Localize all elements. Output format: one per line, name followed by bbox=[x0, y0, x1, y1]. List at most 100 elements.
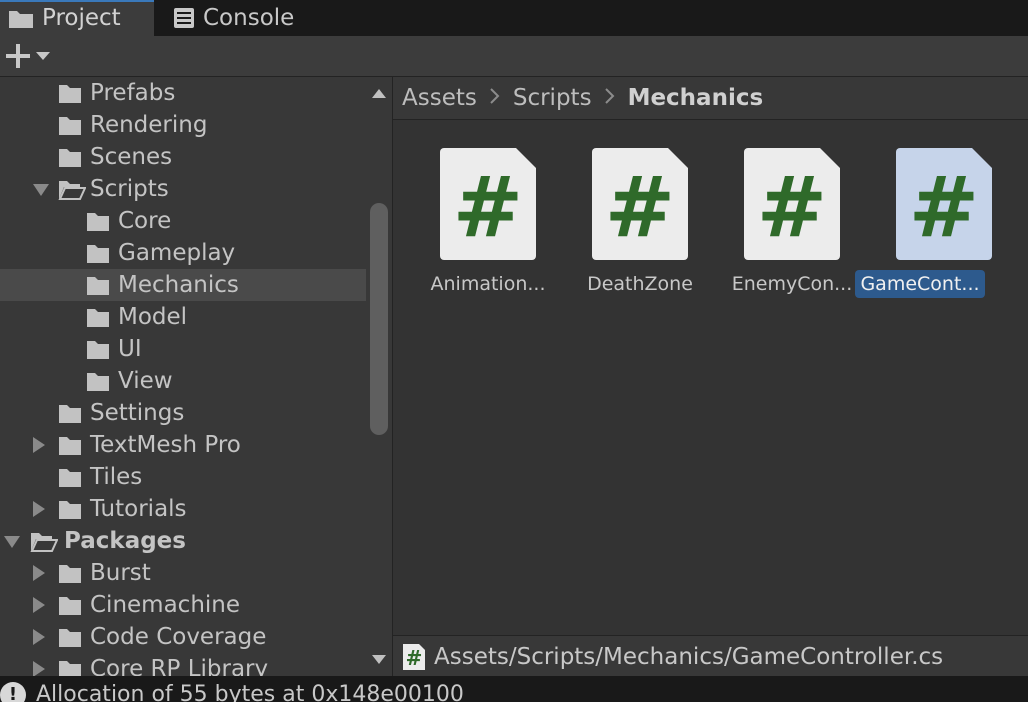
create-asset-button[interactable] bbox=[6, 41, 60, 71]
tree-item-label: Core bbox=[118, 208, 172, 234]
folder-icon bbox=[86, 306, 110, 328]
folder-icon bbox=[58, 594, 82, 616]
asset-name: Animation... bbox=[430, 273, 546, 295]
tree-item-mechanics[interactable]: Mechanics bbox=[0, 269, 366, 301]
tab-project[interactable]: Project bbox=[0, 0, 154, 36]
tree-item-label: Tiles bbox=[90, 464, 143, 490]
breadcrumb-assets[interactable]: Assets bbox=[402, 85, 477, 111]
tree-item-packages[interactable]: Packages bbox=[0, 525, 366, 557]
asset-name: GameCont... bbox=[855, 270, 985, 298]
selected-asset-path-bar: # Assets/Scripts/Mechanics/GameControlle… bbox=[393, 635, 1028, 677]
tree-item-scripts[interactable]: Scripts bbox=[0, 173, 366, 205]
asset-item-deathzone[interactable]: # DeathZone bbox=[562, 147, 702, 297]
status-message: Allocation of 55 bytes at 0x148e00100 bbox=[36, 682, 464, 702]
folder-icon bbox=[58, 498, 82, 520]
tree-item-label: Gameplay bbox=[118, 240, 236, 266]
tree-item-label: Mechanics bbox=[118, 272, 239, 298]
expand-arrow-right-icon[interactable] bbox=[33, 437, 45, 453]
tab-console[interactable]: Console bbox=[173, 0, 294, 36]
csharp-script-icon: # bbox=[896, 148, 992, 260]
csharp-script-icon: # bbox=[744, 148, 840, 260]
tree-item-tiles[interactable]: Tiles bbox=[0, 461, 366, 493]
svg-text:#: # bbox=[909, 158, 979, 256]
tree-item-label: Settings bbox=[90, 400, 185, 426]
tree-item-cinemachine[interactable]: Cinemachine bbox=[0, 589, 366, 621]
expand-arrow-down-icon[interactable] bbox=[4, 536, 20, 548]
tab-console-label: Console bbox=[203, 5, 295, 31]
folder-icon bbox=[58, 82, 82, 104]
tree-item-label: Core RP Library bbox=[90, 656, 269, 676]
status-bar[interactable]: ! Allocation of 55 bytes at 0x148e00100 bbox=[0, 676, 1028, 702]
svg-text:#: # bbox=[605, 158, 675, 256]
tree-item-label: Cinemachine bbox=[90, 592, 241, 618]
tree-item-label: Code Coverage bbox=[90, 624, 267, 650]
tree-item-settings[interactable]: Settings bbox=[0, 397, 366, 429]
tree-item-burst[interactable]: Burst bbox=[0, 557, 366, 589]
scroll-up-arrow-icon[interactable] bbox=[372, 89, 386, 98]
folder-icon bbox=[86, 274, 110, 296]
expand-arrow-right-icon[interactable] bbox=[33, 501, 45, 517]
folder-icon bbox=[86, 370, 110, 392]
folder-icon bbox=[58, 562, 82, 584]
selected-asset-path: Assets/Scripts/Mechanics/GameController.… bbox=[434, 643, 944, 670]
breadcrumb-separator-icon bbox=[489, 86, 501, 110]
folder-icon bbox=[58, 402, 82, 424]
tree-item-core-rp-library[interactable]: Core RP Library bbox=[0, 653, 366, 676]
svg-text:#: # bbox=[406, 646, 423, 670]
breadcrumb-scripts[interactable]: Scripts bbox=[513, 85, 592, 111]
tree-item-label: Prefabs bbox=[90, 80, 176, 106]
console-icon bbox=[173, 7, 195, 29]
tree-item-label: Scenes bbox=[90, 144, 173, 170]
tree-item-core[interactable]: Core bbox=[0, 205, 366, 237]
expand-arrow-right-icon[interactable] bbox=[33, 629, 45, 645]
asset-name: EnemyCon... bbox=[731, 273, 853, 295]
tree-item-prefabs[interactable]: Prefabs bbox=[0, 77, 366, 109]
breadcrumb-mechanics[interactable]: Mechanics bbox=[628, 85, 764, 111]
folder-icon bbox=[58, 466, 82, 488]
folder-icon bbox=[58, 146, 82, 168]
folder-icon bbox=[86, 338, 110, 360]
tree-item-tutorials[interactable]: Tutorials bbox=[0, 493, 366, 525]
folder-open-icon bbox=[58, 178, 87, 200]
tree-item-label: Burst bbox=[90, 560, 151, 586]
breadcrumb: Assets Scripts Mechanics bbox=[393, 77, 1028, 120]
tree-item-scenes[interactable]: Scenes bbox=[0, 141, 366, 173]
tree-item-code-coverage[interactable]: Code Coverage bbox=[0, 621, 366, 653]
svg-text:#: # bbox=[453, 158, 523, 256]
tab-project-label: Project bbox=[42, 5, 121, 31]
folder-icon bbox=[58, 658, 82, 676]
scrollbar-thumb[interactable] bbox=[370, 203, 388, 435]
scroll-down-arrow-icon[interactable] bbox=[372, 655, 386, 664]
csharp-script-icon: # bbox=[402, 643, 426, 671]
tree-item-ui[interactable]: UI bbox=[0, 333, 366, 365]
folder-open-icon bbox=[30, 530, 59, 552]
folder-icon bbox=[58, 114, 82, 136]
tree-item-label: View bbox=[118, 368, 173, 394]
tree-item-rendering[interactable]: Rendering bbox=[0, 109, 366, 141]
expand-arrow-down-icon[interactable] bbox=[33, 184, 49, 196]
asset-browser-panel: Assets Scripts Mechanics # Animation... # D… bbox=[393, 77, 1028, 677]
expand-arrow-right-icon[interactable] bbox=[33, 597, 45, 613]
tree-item-label: Packages bbox=[64, 528, 186, 554]
project-folder-tree: Prefabs Rendering Scenes Scripts Core Gamepla… bbox=[0, 77, 366, 676]
tree-item-gameplay[interactable]: Gameplay bbox=[0, 237, 366, 269]
asset-item-animation[interactable]: # Animation... bbox=[410, 147, 550, 297]
window-tab-bar: Project Console bbox=[0, 0, 1028, 36]
tree-scrollbar[interactable] bbox=[366, 77, 393, 676]
asset-item-gamecont[interactable]: # GameCont... bbox=[855, 147, 1006, 298]
tree-item-view[interactable]: View bbox=[0, 365, 366, 397]
tree-item-label: UI bbox=[118, 336, 142, 362]
csharp-script-icon: # bbox=[440, 148, 536, 260]
caret-down-icon bbox=[36, 52, 50, 60]
tree-item-label: Tutorials bbox=[90, 496, 187, 522]
folder-icon bbox=[8, 7, 34, 29]
expand-arrow-right-icon[interactable] bbox=[33, 661, 45, 676]
svg-text:#: # bbox=[757, 158, 827, 256]
tree-item-label: Model bbox=[118, 304, 188, 330]
asset-item-enemycon[interactable]: # EnemyCon... bbox=[714, 147, 854, 297]
tree-item-model[interactable]: Model bbox=[0, 301, 366, 333]
expand-arrow-right-icon[interactable] bbox=[33, 565, 45, 581]
warning-icon: ! bbox=[0, 682, 26, 702]
folder-icon bbox=[58, 626, 82, 648]
tree-item-textmesh-pro[interactable]: TextMesh Pro bbox=[0, 429, 366, 461]
